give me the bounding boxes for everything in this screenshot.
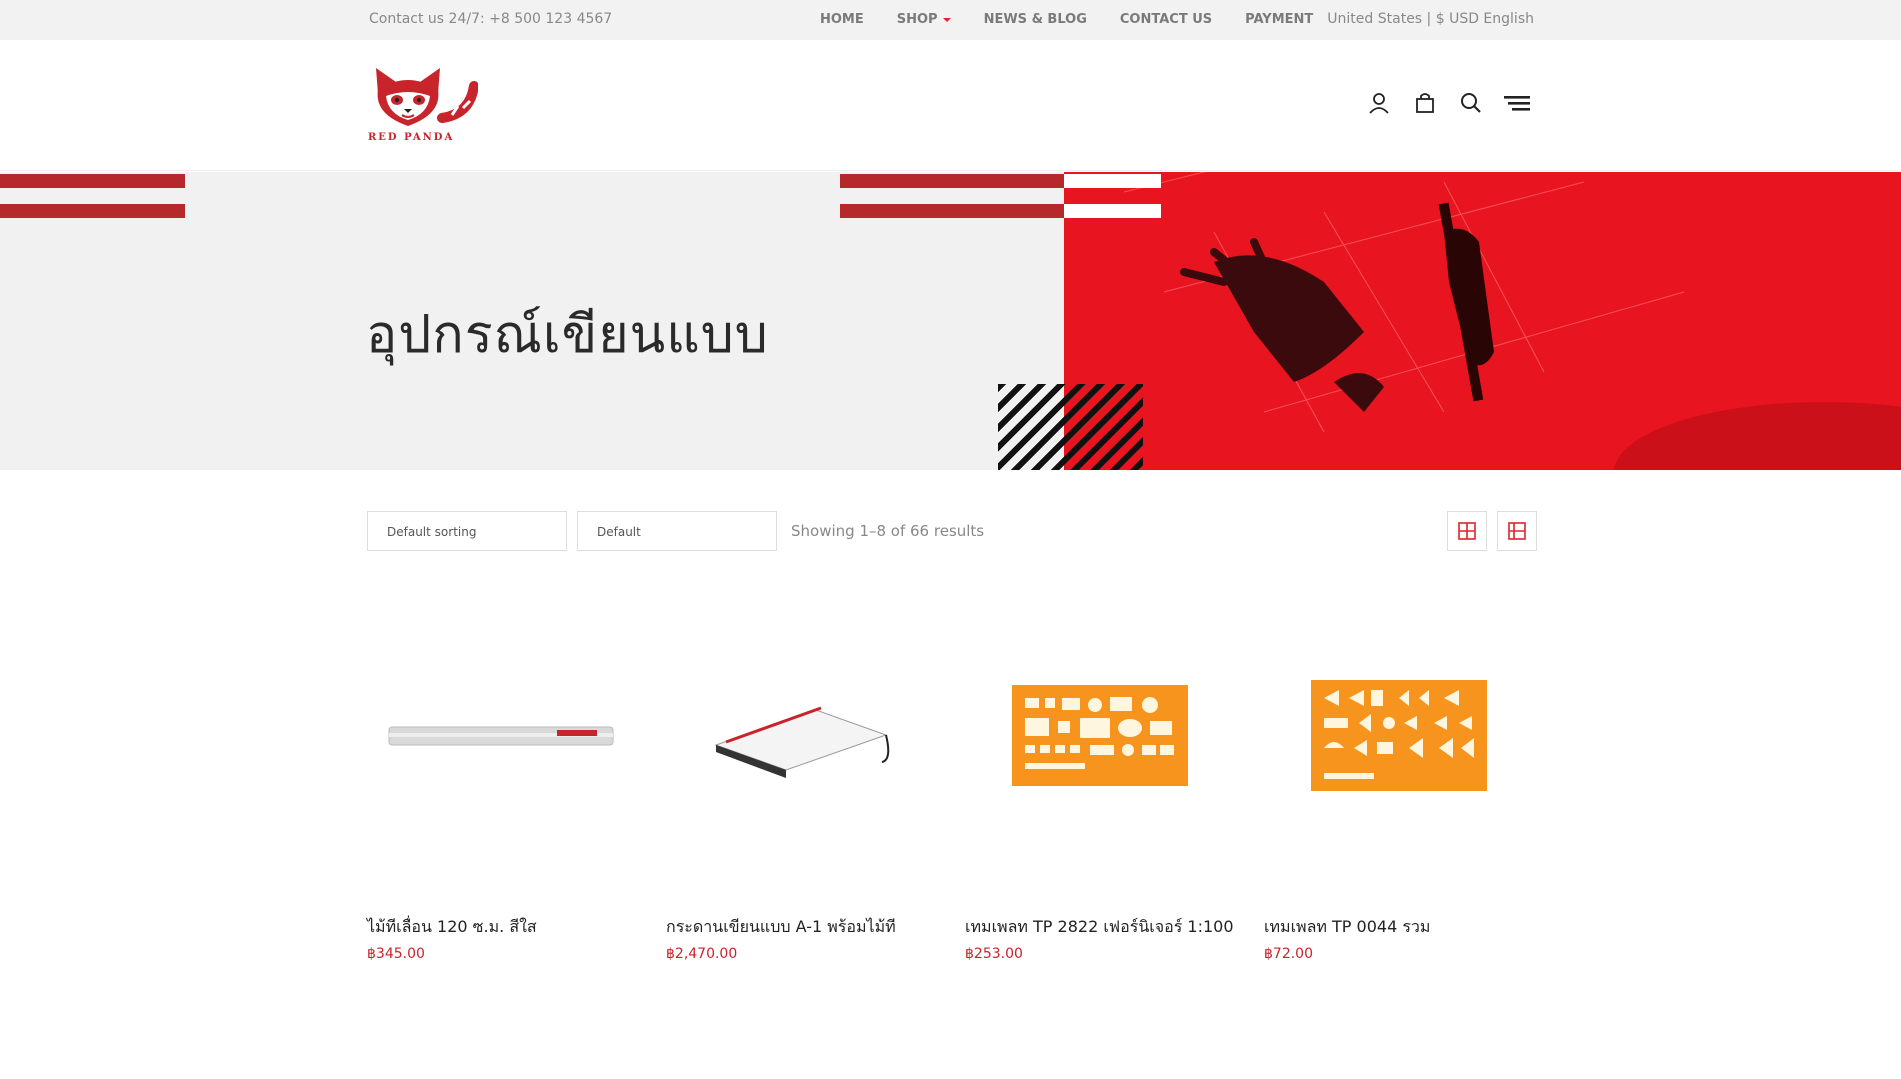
t-square-ruler-image — [388, 726, 614, 746]
site-header: RED PANDA — [0, 40, 1901, 171]
drafting-board-image — [714, 706, 890, 778]
product-price: ฿72.00 — [1264, 946, 1313, 962]
hero-image — [1064, 172, 1901, 470]
sort-select[interactable]: Default sorting — [367, 511, 567, 551]
grid-view-button[interactable] — [1447, 511, 1487, 551]
contact-info: Contact us 24/7: +8 500 123 4567 — [369, 11, 613, 27]
category-hero: อุปกรณ์เขียนแบบ — [0, 172, 1901, 470]
header-actions — [1366, 90, 1550, 116]
site-logo[interactable]: RED PANDA — [366, 62, 479, 146]
product-price: ฿2,470.00 — [666, 946, 738, 962]
product-title[interactable]: เทมเพลท TP 2822 เฟอร์นิเจอร์ 1:100 — [965, 915, 1234, 940]
locale-selector[interactable]: United States | $ USD English — [1327, 11, 1534, 27]
decor-stripe-white — [1064, 204, 1161, 218]
decor-stripe — [0, 204, 185, 218]
caret-down-icon — [942, 17, 951, 22]
results-count: Showing 1–8 of 66 results — [791, 522, 985, 540]
red-panda-logo-icon — [376, 68, 479, 126]
product-title[interactable]: เทมเพลท TP 0044 รวม — [1264, 915, 1430, 940]
product-image[interactable] — [367, 580, 637, 890]
product-price: ฿253.00 — [965, 946, 1023, 962]
list-view-icon — [1508, 522, 1526, 540]
nav-home[interactable]: HOME — [820, 12, 864, 27]
top-bar: Contact us 24/7: +8 500 123 4567 HOME SH… — [0, 0, 1901, 40]
shop-toolbar: Default sorting Default Showing 1–8 of 6… — [367, 511, 1537, 551]
decor-hatch — [998, 384, 1143, 470]
product-image[interactable] — [666, 580, 936, 890]
product-card[interactable]: ไม้ทีเลื่อน 120 ซ.ม. สีใส ฿345.00 — [367, 580, 637, 962]
product-card[interactable]: เทมเพลท TP 0044 รวม ฿72.00 — [1264, 580, 1534, 962]
grid-view-icon — [1458, 522, 1476, 540]
furniture-template-image — [1012, 684, 1188, 786]
search-icon[interactable] — [1458, 90, 1484, 116]
nav-contact-us[interactable]: CONTACT US — [1120, 12, 1212, 27]
product-image[interactable] — [965, 580, 1235, 890]
drafting-hands-image — [1123, 172, 1901, 470]
menu-icon[interactable] — [1504, 90, 1530, 116]
logo-text: RED PANDA — [368, 132, 455, 143]
decor-stripe — [840, 174, 1065, 188]
arrow-template-image — [1311, 679, 1487, 791]
nav-shop[interactable]: SHOP — [897, 12, 951, 27]
main-nav: HOME SHOP NEWS & BLOG CONTACT US PAYMENT — [820, 12, 1346, 27]
nav-payment[interactable]: PAYMENT — [1245, 12, 1313, 27]
product-card[interactable]: กระดานเขียนแบบ A-1 พร้อมไม้ที ฿2,470.00 — [666, 580, 936, 962]
nav-shop-label: SHOP — [896, 12, 938, 27]
product-price: ฿345.00 — [367, 946, 425, 962]
decor-stripe — [840, 204, 1065, 218]
product-image[interactable] — [1264, 580, 1534, 890]
page-title: อุปกรณ์เขียนแบบ — [366, 305, 769, 365]
shopping-bag-icon[interactable] — [1412, 90, 1438, 116]
per-page-select[interactable]: Default — [577, 511, 777, 551]
product-title[interactable]: กระดานเขียนแบบ A-1 พร้อมไม้ที — [666, 915, 896, 940]
product-card[interactable]: เทมเพลท TP 2822 เฟอร์นิเจอร์ 1:100 ฿253.… — [965, 580, 1235, 962]
product-title[interactable]: ไม้ทีเลื่อน 120 ซ.ม. สีใส — [367, 915, 537, 940]
decor-stripe-white — [1064, 174, 1161, 188]
user-icon[interactable] — [1366, 90, 1392, 116]
decor-stripe — [0, 174, 185, 188]
list-view-button[interactable] — [1497, 511, 1537, 551]
nav-news-blog[interactable]: NEWS & BLOG — [984, 12, 1087, 27]
